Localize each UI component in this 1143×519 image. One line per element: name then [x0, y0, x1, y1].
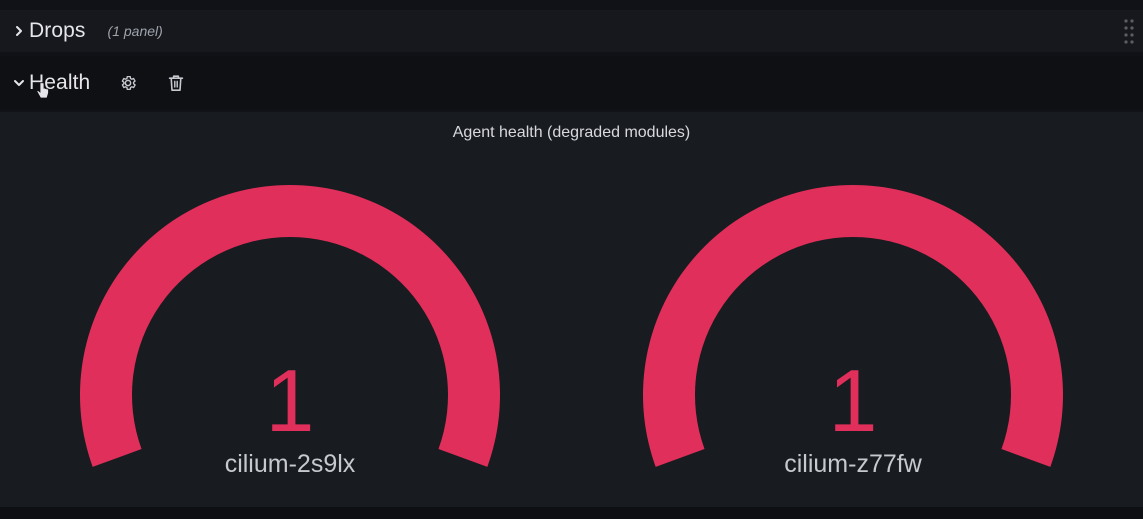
gauge-panel: Agent health (degraded modules) 1 cilium…	[0, 112, 1143, 507]
drag-handle-icon[interactable]	[1123, 18, 1135, 46]
row-health[interactable]: Health	[0, 56, 1143, 110]
chevron-down-icon[interactable]	[12, 76, 26, 90]
gauge: 1 cilium-z77fw	[633, 167, 1073, 487]
panel-title[interactable]: Agent health (degraded modules)	[0, 124, 1143, 142]
bottom-strip	[0, 507, 1143, 519]
gauge-label: cilium-2s9lx	[224, 450, 356, 478]
gauge-value: 1	[265, 351, 315, 450]
row-panel-count: (1 panel)	[107, 23, 163, 39]
row-title-drops[interactable]: Drops	[29, 19, 86, 43]
row-drops[interactable]: Drops (1 panel)	[0, 10, 1143, 52]
gear-icon[interactable]	[116, 71, 140, 95]
gauge-value: 1	[828, 351, 878, 450]
gauge-label: cilium-z77fw	[784, 450, 922, 478]
trash-icon[interactable]	[164, 71, 188, 95]
gauge: 1 cilium-2s9lx	[70, 167, 510, 487]
chevron-right-icon[interactable]	[12, 24, 26, 38]
hand-pointer-icon	[36, 82, 50, 100]
